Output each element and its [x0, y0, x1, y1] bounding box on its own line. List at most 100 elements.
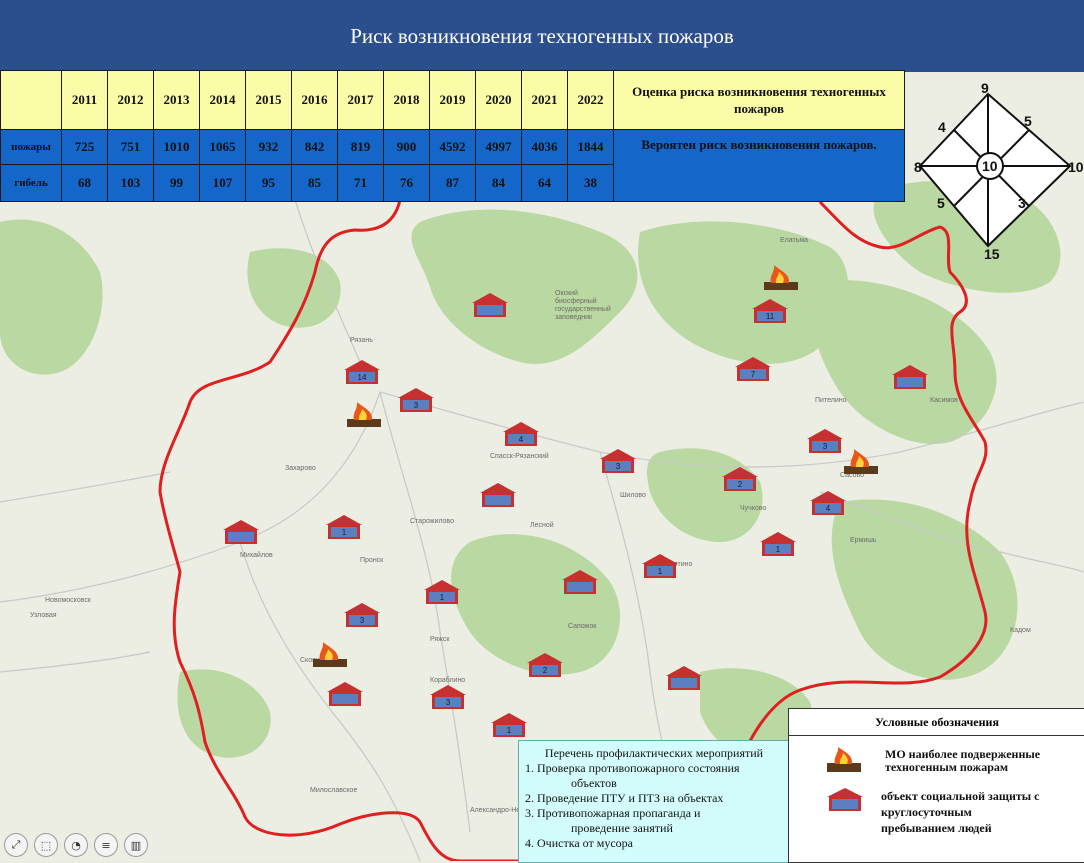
legend-social-line3: пребыванием людей: [881, 821, 992, 835]
reserve-label-line: государственный: [555, 305, 611, 313]
place-name: Касимов: [930, 397, 958, 404]
years-row: 2011 2012 2013 2014 2015 2016 2017 2018 …: [0, 70, 905, 130]
place-name: Старожилово: [410, 518, 454, 525]
deaths-cell: 99: [153, 164, 200, 202]
rose-lower-left: 5: [937, 195, 945, 211]
marker-label: 4: [826, 504, 831, 513]
risk-rose-diagram: 9 4 5 8 10 10 5 3 15: [914, 80, 1084, 260]
fires-cell: 932: [245, 129, 292, 165]
place-name: Пителино: [815, 397, 847, 404]
legend-fire-line2: техногенным пожарам: [885, 760, 1009, 774]
marker-label: 1: [342, 528, 347, 537]
fire-statistics-table: 2011 2012 2013 2014 2015 2016 2017 2018 …: [0, 70, 905, 202]
deaths-cell: 107: [199, 164, 246, 202]
marker-label: 3: [446, 698, 451, 707]
year-cell: 2017: [337, 70, 384, 130]
marker-label: 1: [776, 545, 781, 554]
year-cell: 2020: [475, 70, 522, 130]
year-cell: 2016: [291, 70, 338, 130]
place-name: Михайлов: [240, 551, 273, 559]
rose-left: 8: [914, 159, 922, 175]
year-cell: 2014: [199, 70, 246, 130]
marker-label: 3: [360, 616, 365, 625]
legend-title: Условные обозначения: [789, 709, 1084, 736]
place-name: Пронск: [360, 557, 384, 564]
map-toolbar: ⤢ ⬚ ◔ ≡ ▥: [0, 833, 148, 861]
reserve-label-line: Окский: [555, 289, 578, 297]
deaths-cell: 71: [337, 164, 384, 202]
list-icon[interactable]: ≡: [94, 833, 118, 857]
marker-label: 7: [751, 370, 756, 379]
fires-cell: 4036: [521, 129, 568, 165]
risk-verdict: Вероятен риск возникновения пожаров.: [613, 129, 905, 202]
place-name: Елатьма: [780, 237, 808, 244]
rose-upper-right: 5: [1024, 113, 1032, 129]
place-name: Захарово: [285, 465, 316, 472]
marker-label: 3: [616, 462, 621, 471]
legend-panel: Условные обозначения МО наиболее подверж…: [788, 708, 1084, 863]
marker-label: 2: [543, 666, 548, 675]
measures-title: Перечень профилактических мероприятий: [544, 746, 764, 760]
measure-item: 2. Проведение ПТУ и ПТЗ на объектах: [525, 791, 724, 805]
place-name: Шилово: [620, 492, 646, 499]
row-label: пожары: [0, 129, 62, 165]
corner-cell: [0, 70, 62, 130]
fires-cell: 4997: [475, 129, 522, 165]
deaths-cell: 85: [291, 164, 338, 202]
rose-right: 10: [1068, 159, 1084, 175]
marker-label: 1: [507, 726, 512, 735]
legend-fire-line1: МО наиболее подверженные: [885, 747, 1041, 761]
deaths-cell: 87: [429, 164, 476, 202]
place-name: Чучково: [740, 505, 766, 512]
social-object-icon: [827, 788, 863, 811]
fires-cell: 819: [337, 129, 384, 165]
page-title: Риск возникновения техногенных пожаров: [0, 0, 1084, 72]
marker-label: 3: [823, 442, 828, 451]
deaths-cell: 64: [521, 164, 568, 202]
fires-row: пожары 725 751 1010 1065 932 842 819 900…: [0, 129, 905, 202]
reserve-label-line: заповедник: [555, 314, 593, 321]
deaths-cell: 38: [567, 164, 614, 202]
year-cell: 2012: [107, 70, 154, 130]
selection-icon[interactable]: ⬚: [34, 833, 58, 857]
measure-item-cont: объектов: [571, 776, 617, 790]
fires-cell: 4592: [429, 129, 476, 165]
fires-cell: 900: [383, 129, 430, 165]
deaths-cell: 103: [107, 164, 154, 202]
measure-item: 4. Очистка от мусора: [525, 836, 633, 850]
marker-label: 2: [738, 480, 743, 489]
chart-icon[interactable]: ◔: [64, 833, 88, 857]
deaths-cell: 95: [245, 164, 292, 202]
legend-social-line1: объект социальной защиты с: [881, 789, 1040, 803]
place-name: Сапожок: [568, 623, 597, 630]
rose-bottom: 15: [984, 246, 1000, 260]
rose-upper-left: 4: [938, 119, 946, 135]
reserve-label-line: биосферный: [555, 297, 597, 305]
marker-label: 3: [414, 401, 419, 410]
rose-top: 9: [981, 80, 989, 96]
fires-cell: 1010: [153, 129, 200, 165]
place-name: Новомосковск: [45, 597, 92, 604]
measure-item: 1. Проверка противопожарного состояния: [525, 761, 740, 775]
rose-center: 10: [982, 158, 998, 174]
expand-icon[interactable]: ⤢: [4, 833, 28, 857]
fires-cell: 1065: [199, 129, 246, 165]
fire-icon: [827, 747, 861, 772]
marker-label: 4: [519, 435, 524, 444]
marker-label: 14: [358, 373, 367, 382]
year-cell: 2022: [567, 70, 614, 130]
table-icon[interactable]: ▥: [124, 833, 148, 857]
row-label: гибель: [0, 164, 62, 202]
rose-lower-right: 3: [1018, 195, 1026, 211]
measures-panel: Перечень профилактических мероприятий 1.…: [518, 740, 790, 863]
legend-social-line2: круглосуточным: [881, 805, 972, 819]
place-name: Узловая: [30, 612, 57, 619]
fires-cell: 725: [61, 129, 108, 165]
year-cell: 2013: [153, 70, 200, 130]
year-cell: 2019: [429, 70, 476, 130]
place-name: Кадом: [1010, 627, 1031, 634]
year-cell: 2021: [521, 70, 568, 130]
measure-item-cont: проведение занятий: [571, 821, 673, 835]
deaths-cell: 84: [475, 164, 522, 202]
measure-item: 3. Противопожарная пропаганда и: [525, 806, 701, 820]
